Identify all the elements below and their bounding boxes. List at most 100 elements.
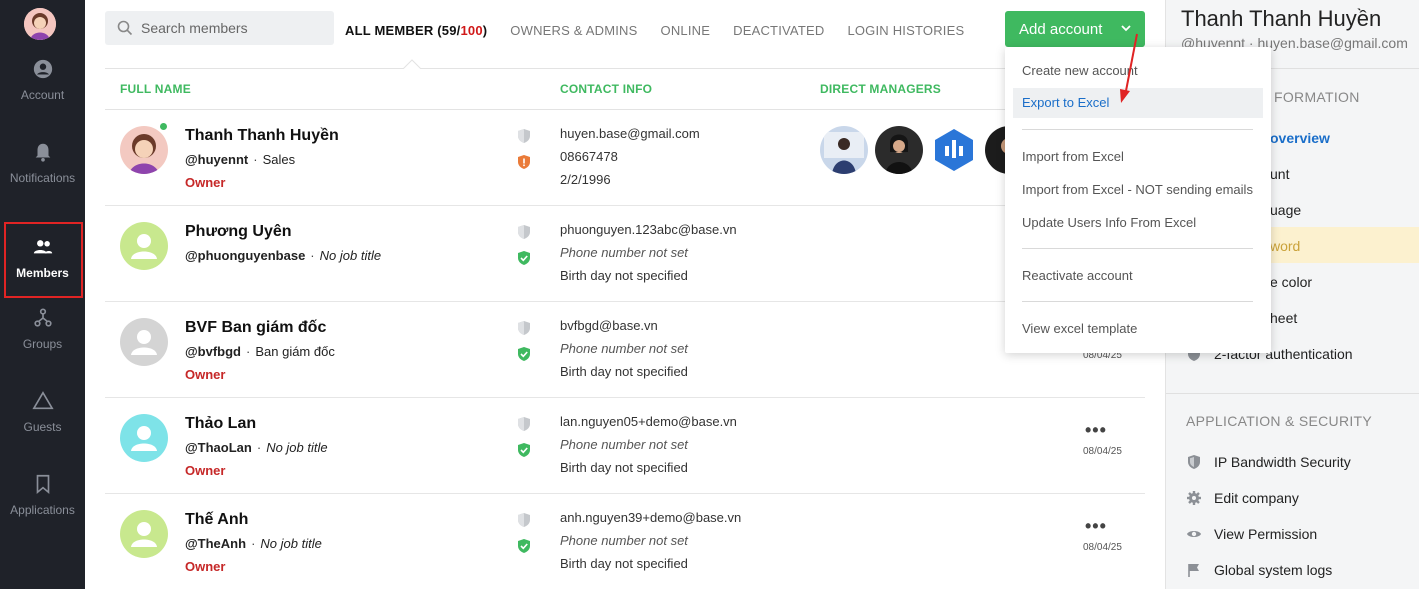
- nav-notifications[interactable]: Notifications: [0, 125, 85, 201]
- nav-members[interactable]: Members: [0, 220, 85, 298]
- search-input[interactable]: [141, 20, 321, 36]
- member-handle-line: @bvfbgd · Ban giám đốc: [185, 344, 335, 359]
- triangle-icon: [31, 391, 54, 410]
- menu-timesheet[interactable]: heet: [1270, 310, 1297, 326]
- account-circle-icon: [33, 59, 52, 79]
- active-highlight-box: [4, 222, 83, 298]
- user-avatar[interactable]: [24, 8, 56, 40]
- chevron-down-icon: [1121, 25, 1131, 32]
- add-account-dropdown: Create new account Export to Excel Impor…: [1005, 47, 1271, 353]
- menu-theme-color[interactable]: e color: [1270, 274, 1312, 290]
- shield-icon: [518, 513, 530, 527]
- member-job: Sales: [262, 152, 296, 167]
- tab-login-histories[interactable]: LOGIN HISTORIES: [847, 23, 964, 38]
- manager-avatar[interactable]: [820, 126, 868, 174]
- table-row[interactable]: Thảo Lan @ThaoLan · No job title Owner lan…: [105, 398, 1145, 494]
- menu-edit-company[interactable]: Edit company: [1214, 490, 1299, 506]
- tab-owners-admins[interactable]: OWNERS & ADMINS: [510, 23, 637, 38]
- member-name[interactable]: Phương Uyên: [185, 223, 292, 241]
- nav-notifications-label: Notifications: [9, 171, 76, 185]
- menu-view-excel-template[interactable]: View excel template: [1022, 321, 1137, 336]
- menu-account-overview[interactable]: overview: [1270, 130, 1330, 146]
- search-box: [105, 11, 334, 45]
- shield-icon: [518, 417, 530, 431]
- table-row[interactable]: Thế Anh @TheAnh · No job title Owner anh.n…: [105, 494, 1145, 589]
- menu-import-excel[interactable]: Import from Excel: [1022, 149, 1124, 164]
- search-icon: [117, 20, 133, 36]
- member-name[interactable]: Thảo Lan: [185, 415, 256, 433]
- menu-export-excel[interactable]: Export to Excel: [1013, 88, 1263, 118]
- menu-reactivate-account[interactable]: Reactivate account: [1022, 268, 1133, 283]
- member-name[interactable]: Thế Anh: [185, 511, 248, 529]
- bell-icon: [35, 143, 50, 162]
- menu-password[interactable]: word: [1270, 238, 1300, 254]
- menu-separator: [1022, 129, 1253, 130]
- member-date: 08/04/25: [1083, 446, 1122, 457]
- member-birthday: Birth day not specified: [560, 268, 688, 283]
- tab-all-label: ALL MEMBER (: [345, 23, 442, 38]
- tab-all-close: ): [482, 23, 488, 38]
- nav-account[interactable]: Account: [0, 42, 85, 118]
- menu-language[interactable]: uage: [1270, 202, 1301, 218]
- member-phone: Phone number not set: [560, 437, 688, 452]
- shield-check-icon: [518, 347, 530, 361]
- member-birthday: 2/2/1996: [560, 172, 611, 187]
- groups-icon: [33, 308, 52, 327]
- flag-icon: [1188, 564, 1199, 577]
- tabs-divider: [105, 68, 1145, 69]
- member-phone: Phone number not set: [560, 245, 688, 260]
- member-handle: @TheAnh: [185, 536, 247, 551]
- tab-deactivated[interactable]: DEACTIVATED: [733, 23, 824, 38]
- menu-account[interactable]: unt: [1270, 166, 1289, 182]
- manager-avatar[interactable]: [930, 126, 978, 174]
- menu-import-excel-no-email[interactable]: Import from Excel - NOT sending emails: [1022, 182, 1253, 197]
- member-name[interactable]: BVF Ban giám đốc: [185, 319, 326, 337]
- manager-avatar[interactable]: [875, 126, 923, 174]
- nav-guests[interactable]: Guests: [0, 374, 85, 450]
- member-handle-line: @phuonguyenbase · No job title: [185, 248, 382, 263]
- add-account-label: Add account: [1019, 20, 1103, 38]
- member-avatar: [120, 222, 168, 270]
- member-email: phuonguyen.123abc@base.vn: [560, 222, 737, 237]
- panel-divider: [1166, 393, 1419, 394]
- nav-applications[interactable]: Applications: [0, 457, 85, 533]
- header-contact-info[interactable]: CONTACT INFO: [560, 82, 652, 96]
- menu-global-logs[interactable]: Global system logs: [1214, 562, 1332, 578]
- member-handle: @bvfbgd: [185, 344, 241, 359]
- member-role: Owner: [185, 559, 226, 574]
- menu-view-permission[interactable]: View Permission: [1214, 526, 1317, 542]
- menu-update-users-excel[interactable]: Update Users Info From Excel: [1022, 215, 1196, 230]
- table-row[interactable]: BVF Ban giám đốc @bvfbgd · Ban giám đốc Ow…: [105, 302, 1145, 398]
- nav-groups[interactable]: Groups: [0, 291, 85, 367]
- gear-icon: [1187, 491, 1201, 505]
- member-handle-line: @ThaoLan · No job title: [185, 440, 328, 455]
- member-birthday: Birth day not specified: [560, 364, 688, 379]
- member-avatar: [120, 510, 168, 558]
- menu-create-account[interactable]: Create new account: [1022, 63, 1138, 78]
- member-avatar: [120, 318, 168, 366]
- add-account-button[interactable]: Add account: [1005, 11, 1145, 47]
- header-full-name[interactable]: FULL NAME: [120, 82, 191, 96]
- more-options-icon[interactable]: •••: [1085, 516, 1107, 537]
- table-row[interactable]: Thanh Thanh Huyền @huyennt · Sales Owner h…: [105, 110, 1145, 206]
- table-row[interactable]: Phương Uyên @phuonguyenbase · No job title…: [105, 206, 1145, 302]
- header-direct-managers[interactable]: DIRECT MANAGERS: [820, 82, 941, 96]
- menu-ip-bandwidth[interactable]: IP Bandwidth Security: [1214, 454, 1351, 470]
- member-email: huyen.base@gmail.com: [560, 126, 700, 141]
- tab-all-member[interactable]: ALL MEMBER (59/100): [345, 23, 487, 38]
- member-avatar: [120, 126, 168, 174]
- member-phone: 08667478: [560, 149, 618, 164]
- menu-separator: [1022, 301, 1253, 302]
- tab-online[interactable]: ONLINE: [661, 23, 711, 38]
- member-job: No job title: [266, 440, 328, 455]
- member-handle: @phuonguyenbase: [185, 248, 306, 263]
- member-job: No job title: [319, 248, 382, 263]
- member-name[interactable]: Thanh Thanh Huyền: [185, 127, 339, 145]
- member-email: bvfbgd@base.vn: [560, 318, 658, 333]
- more-options-icon[interactable]: •••: [1085, 420, 1107, 441]
- member-email: anh.nguyen39+demo@base.vn: [560, 510, 742, 525]
- shield-icon: [518, 225, 530, 239]
- shield-icon: [518, 129, 530, 143]
- shield-icon: [1188, 455, 1200, 469]
- member-handle: @ThaoLan: [185, 440, 252, 455]
